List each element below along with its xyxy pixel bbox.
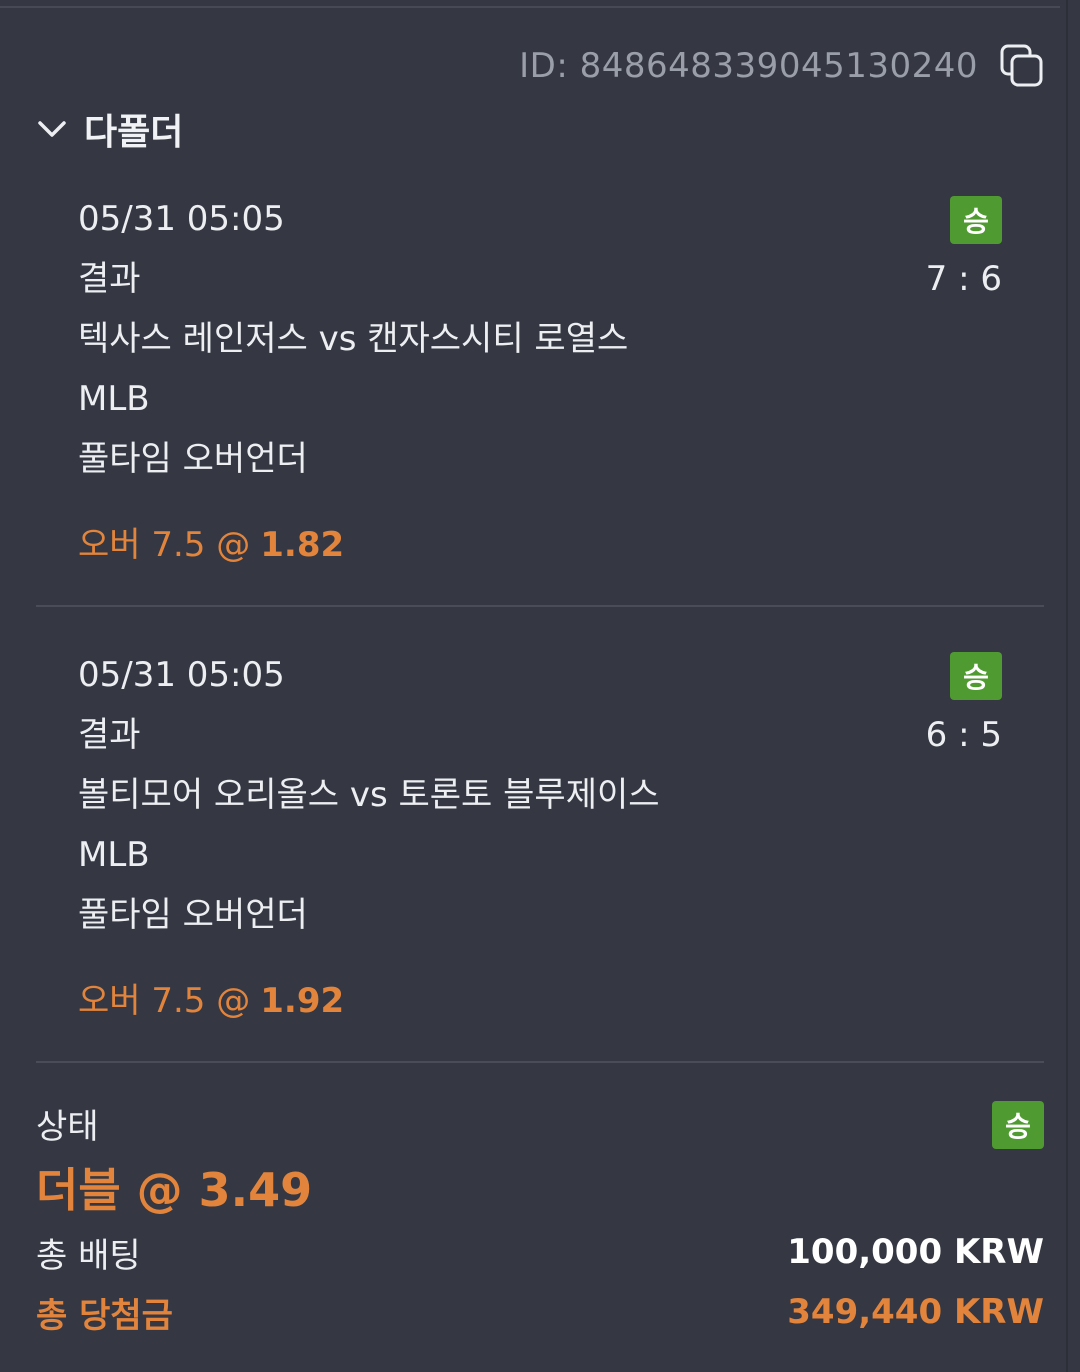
total-win-row: 총 당첨금 349,440 KRW	[36, 1288, 1044, 1336]
total-win-label: 총 당첨금	[36, 1295, 173, 1336]
bet-score: 7 : 6	[925, 259, 1002, 299]
bet-datetime: 05/31 05:05	[78, 655, 285, 695]
status-badge: 승	[950, 652, 1002, 700]
bet-datetime: 05/31 05:05	[78, 199, 285, 239]
bet-league: MLB	[78, 835, 150, 875]
total-win-value: 349,440 KRW	[787, 1292, 1044, 1332]
folder-title: 다폴더	[84, 112, 184, 153]
bet-pick: 오버 7.5 @1.82	[78, 520, 344, 570]
ticket-id: ID: 848648339045130240	[519, 46, 978, 86]
bet-league: MLB	[78, 379, 150, 419]
bet-market-label: 결과	[78, 259, 141, 299]
bet-divider	[36, 605, 1044, 607]
bet-item: 05/31 05:05 승 결과 7 : 6 텍사스 레인저스 vs 캔자스시티…	[78, 196, 1002, 565]
summary-status-badge: 승	[992, 1101, 1044, 1149]
summary-status-label: 상태	[36, 1107, 99, 1147]
top-divider	[0, 6, 1060, 8]
ticket-id-row: ID: 848648339045130240	[519, 44, 1044, 88]
folder-toggle[interactable]: 다폴더	[36, 104, 183, 154]
bet-match: 텍사스 레인저스 vs 캔자스시티 로열스	[78, 319, 629, 359]
bet-item: 05/31 05:05 승 결과 6 : 5 볼티모어 오리올스 vs 토론토 …	[78, 652, 1002, 1021]
bet-pick-selection: 오버 7.5 @	[78, 525, 251, 565]
copy-icon[interactable]	[1000, 44, 1044, 88]
bet-type: 풀타임 오버언더	[78, 895, 308, 935]
bet-type: 풀타임 오버언더	[78, 439, 308, 479]
status-badge: 승	[950, 196, 1002, 244]
combo-title: 더블 @ 3.49	[36, 1163, 313, 1217]
bet-odds: 1.92	[260, 981, 345, 1021]
total-bet-value: 100,000 KRW	[787, 1232, 1044, 1272]
bet-match: 볼티모어 오리올스 vs 토론토 블루제이스	[78, 775, 660, 815]
bet-market-label: 결과	[78, 715, 141, 755]
total-bet-row: 총 배팅 100,000 KRW	[36, 1228, 1044, 1276]
bet-pick-selection: 오버 7.5 @	[78, 981, 251, 1021]
chevron-down-icon	[38, 121, 66, 137]
bet-score: 6 : 5	[925, 715, 1002, 755]
bet-pick: 오버 7.5 @1.92	[78, 976, 344, 1026]
summary-divider	[36, 1061, 1044, 1063]
total-bet-label: 총 배팅	[36, 1235, 141, 1276]
bet-odds: 1.82	[260, 525, 345, 565]
scrollbar-track	[1066, 0, 1068, 1372]
